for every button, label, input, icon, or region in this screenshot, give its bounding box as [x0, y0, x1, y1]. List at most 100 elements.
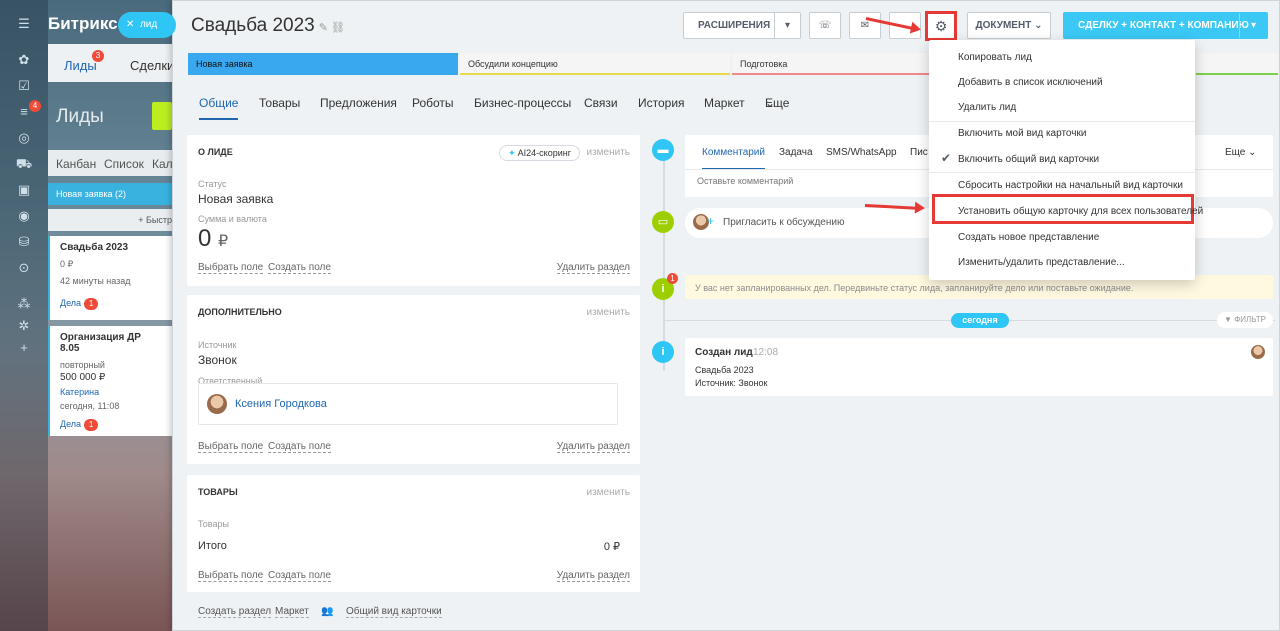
- tab-offers[interactable]: Предложения: [320, 96, 397, 110]
- delete-section-link[interactable]: Удалить раздел: [556, 262, 630, 274]
- ai-scoring-button[interactable]: ✦ AI24-скоринг: [499, 145, 580, 161]
- card-deals[interactable]: Дела 1: [60, 419, 162, 431]
- products-label: Товары: [198, 519, 229, 529]
- create-field-link[interactable]: Создать поле: [268, 262, 331, 274]
- timeline-more[interactable]: Еще ⌄: [1225, 147, 1257, 158]
- card-title: Свадьба 2023: [60, 242, 129, 253]
- filter-button[interactable]: ▼ ФИЛЬТР: [1217, 312, 1273, 328]
- tab-sms[interactable]: SMS/WhatsApp: [826, 147, 897, 158]
- title-text: Свадьба 2023: [191, 15, 315, 36]
- select-field-link[interactable]: Выбрать поле: [198, 441, 264, 453]
- stage-new[interactable]: Новая заявка: [188, 53, 458, 75]
- pill-label: лид: [139, 19, 158, 30]
- kanban-card[interactable]: Свадьба 2023 0 ₽ 42 минуты назад Дела 1: [48, 236, 172, 320]
- total-value: 0 ₽: [603, 541, 620, 553]
- edit-pencil-icon[interactable]: ✎ ⛓: [319, 22, 345, 34]
- close-lead-pill[interactable]: ✕ лид: [118, 12, 176, 38]
- card-person[interactable]: Катерина: [60, 387, 162, 397]
- menu-edit-view[interactable]: Изменить/удалить представление...: [958, 257, 1125, 268]
- document-button[interactable]: ДОКУМЕНТ ⌄: [967, 12, 1051, 39]
- settings-gear-highlight[interactable]: ⚙: [925, 11, 957, 41]
- delete-section-link[interactable]: Удалить раздел: [556, 570, 630, 582]
- quick-add[interactable]: + Быстр: [48, 209, 172, 231]
- menu-reset-view[interactable]: Сбросить настройки на начальный вид карт…: [958, 180, 1183, 191]
- extensions-button[interactable]: РАСШИРЕНИЯ ▾: [683, 12, 801, 39]
- mail-icon[interactable]: ✉: [849, 12, 881, 39]
- add-button[interactable]: [152, 102, 172, 130]
- kanban-card[interactable]: Организация ДР 8.05 повторный 500 000 ₽ …: [48, 326, 172, 436]
- responsible-name[interactable]: Ксения Городкова: [235, 398, 327, 410]
- market-link[interactable]: Маркет: [275, 606, 309, 618]
- lead-title[interactable]: Свадьба 2023 ✎ ⛓: [191, 15, 345, 37]
- select-field-link[interactable]: Выбрать поле: [198, 570, 264, 582]
- menu-add-exclusion[interactable]: Добавить в список исключений: [958, 77, 1103, 88]
- card-title: Организация ДР 8.05: [60, 332, 141, 354]
- tab-products[interactable]: Товары: [259, 96, 300, 110]
- plus-icon[interactable]: +: [14, 338, 34, 358]
- sum-value[interactable]: 0 ₽: [198, 225, 228, 253]
- view-kanban[interactable]: Канбан: [56, 157, 96, 171]
- robot-icon[interactable]: ◉: [14, 206, 34, 226]
- responsible-box[interactable]: Ксения Городкова: [198, 383, 618, 425]
- change-link[interactable]: изменить: [586, 307, 630, 318]
- tab-leads[interactable]: Лиды: [64, 58, 97, 73]
- chevron-down-icon: ⌄: [1034, 20, 1043, 31]
- status-value[interactable]: Новая заявка: [198, 192, 273, 206]
- tab-bp[interactable]: Бизнес-процессы: [474, 96, 571, 110]
- sidebar-icon-3[interactable]: ◎: [14, 128, 34, 148]
- select-field-link[interactable]: Выбрать поле: [198, 262, 264, 274]
- chevron-down-circle-icon[interactable]: ⊙: [14, 258, 34, 278]
- tab-history[interactable]: История: [638, 96, 685, 110]
- tab-mail[interactable]: Пис: [910, 147, 928, 158]
- app-logo: Битрикс: [48, 14, 118, 33]
- today-badge: сегодня: [951, 313, 1009, 328]
- stage-preparation[interactable]: Подготовка: [732, 53, 932, 75]
- deals-label: Дела: [60, 419, 82, 429]
- tab-comment[interactable]: Комментарий: [702, 147, 765, 170]
- menu-my-view[interactable]: Включить мой вид карточки: [958, 128, 1086, 139]
- tab-general[interactable]: Общие: [199, 96, 239, 120]
- source-value[interactable]: Звонок: [198, 353, 237, 367]
- chevron-down-icon[interactable]: ▾: [774, 13, 800, 38]
- structure-icon[interactable]: ⁂: [14, 294, 34, 314]
- tab-market[interactable]: Маркет: [704, 96, 745, 110]
- menu-create-view[interactable]: Создать новое представление: [958, 232, 1099, 243]
- stage-concept[interactable]: Обсудили концепцию: [460, 53, 730, 75]
- common-view-link[interactable]: Общий вид карточки: [346, 606, 442, 618]
- create-field-link[interactable]: Создать поле: [268, 570, 331, 582]
- sidebar-icon-2[interactable]: ☑: [14, 76, 34, 96]
- menu-icon[interactable]: ☰: [14, 14, 34, 34]
- stage-final[interactable]: [1196, 53, 1278, 75]
- tasks-badge: 1: [667, 273, 678, 284]
- tab-deals[interactable]: Сделки: [130, 58, 174, 73]
- create-field-link[interactable]: Создать поле: [268, 441, 331, 453]
- comment-input[interactable]: Оставьте комментарий: [697, 176, 793, 186]
- menu-set-common-for-all[interactable]: Установить общую карточку для всех польз…: [958, 206, 1203, 217]
- sidebar-icon-1[interactable]: ✿: [14, 50, 34, 70]
- convert-button[interactable]: СДЕЛКУ + КОНТАКТ + КОМПАНИЮ ▾: [1063, 12, 1268, 39]
- chevron-down-icon[interactable]: ▾: [1239, 13, 1267, 38]
- plus-icon[interactable]: +: [707, 214, 714, 228]
- menu-delete-lead[interactable]: Удалить лид: [958, 102, 1016, 113]
- tab-robots[interactable]: Роботы: [412, 96, 454, 110]
- gear-icon[interactable]: ⚙: [928, 14, 954, 38]
- cart-icon[interactable]: ⛟: [14, 154, 34, 174]
- database-icon[interactable]: ⛁: [14, 232, 34, 252]
- ai-icon: ✦: [508, 148, 516, 158]
- card-deals[interactable]: Дела 1: [60, 298, 162, 310]
- menu-copy-lead[interactable]: Копировать лид: [958, 52, 1032, 63]
- contacts-icon[interactable]: ▣: [14, 180, 34, 200]
- block-header: О ЛИДЕ: [198, 147, 233, 157]
- extensions-label: РАСШИРЕНИЯ: [698, 20, 771, 31]
- change-link[interactable]: изменить: [586, 487, 630, 498]
- create-section-link[interactable]: Создать раздел: [198, 606, 272, 618]
- settings-icon[interactable]: ✲: [14, 316, 34, 336]
- tab-task[interactable]: Задача: [779, 147, 813, 158]
- change-link[interactable]: изменить: [586, 147, 630, 158]
- menu-common-view[interactable]: Включить общий вид карточки: [958, 154, 1099, 165]
- tab-links[interactable]: Связи: [584, 96, 618, 110]
- view-list[interactable]: Список: [104, 157, 144, 171]
- kanban-column-header[interactable]: Новая заявка (2): [48, 183, 172, 205]
- phone-icon[interactable]: ☏: [809, 12, 841, 39]
- delete-section-link[interactable]: Удалить раздел: [556, 441, 630, 453]
